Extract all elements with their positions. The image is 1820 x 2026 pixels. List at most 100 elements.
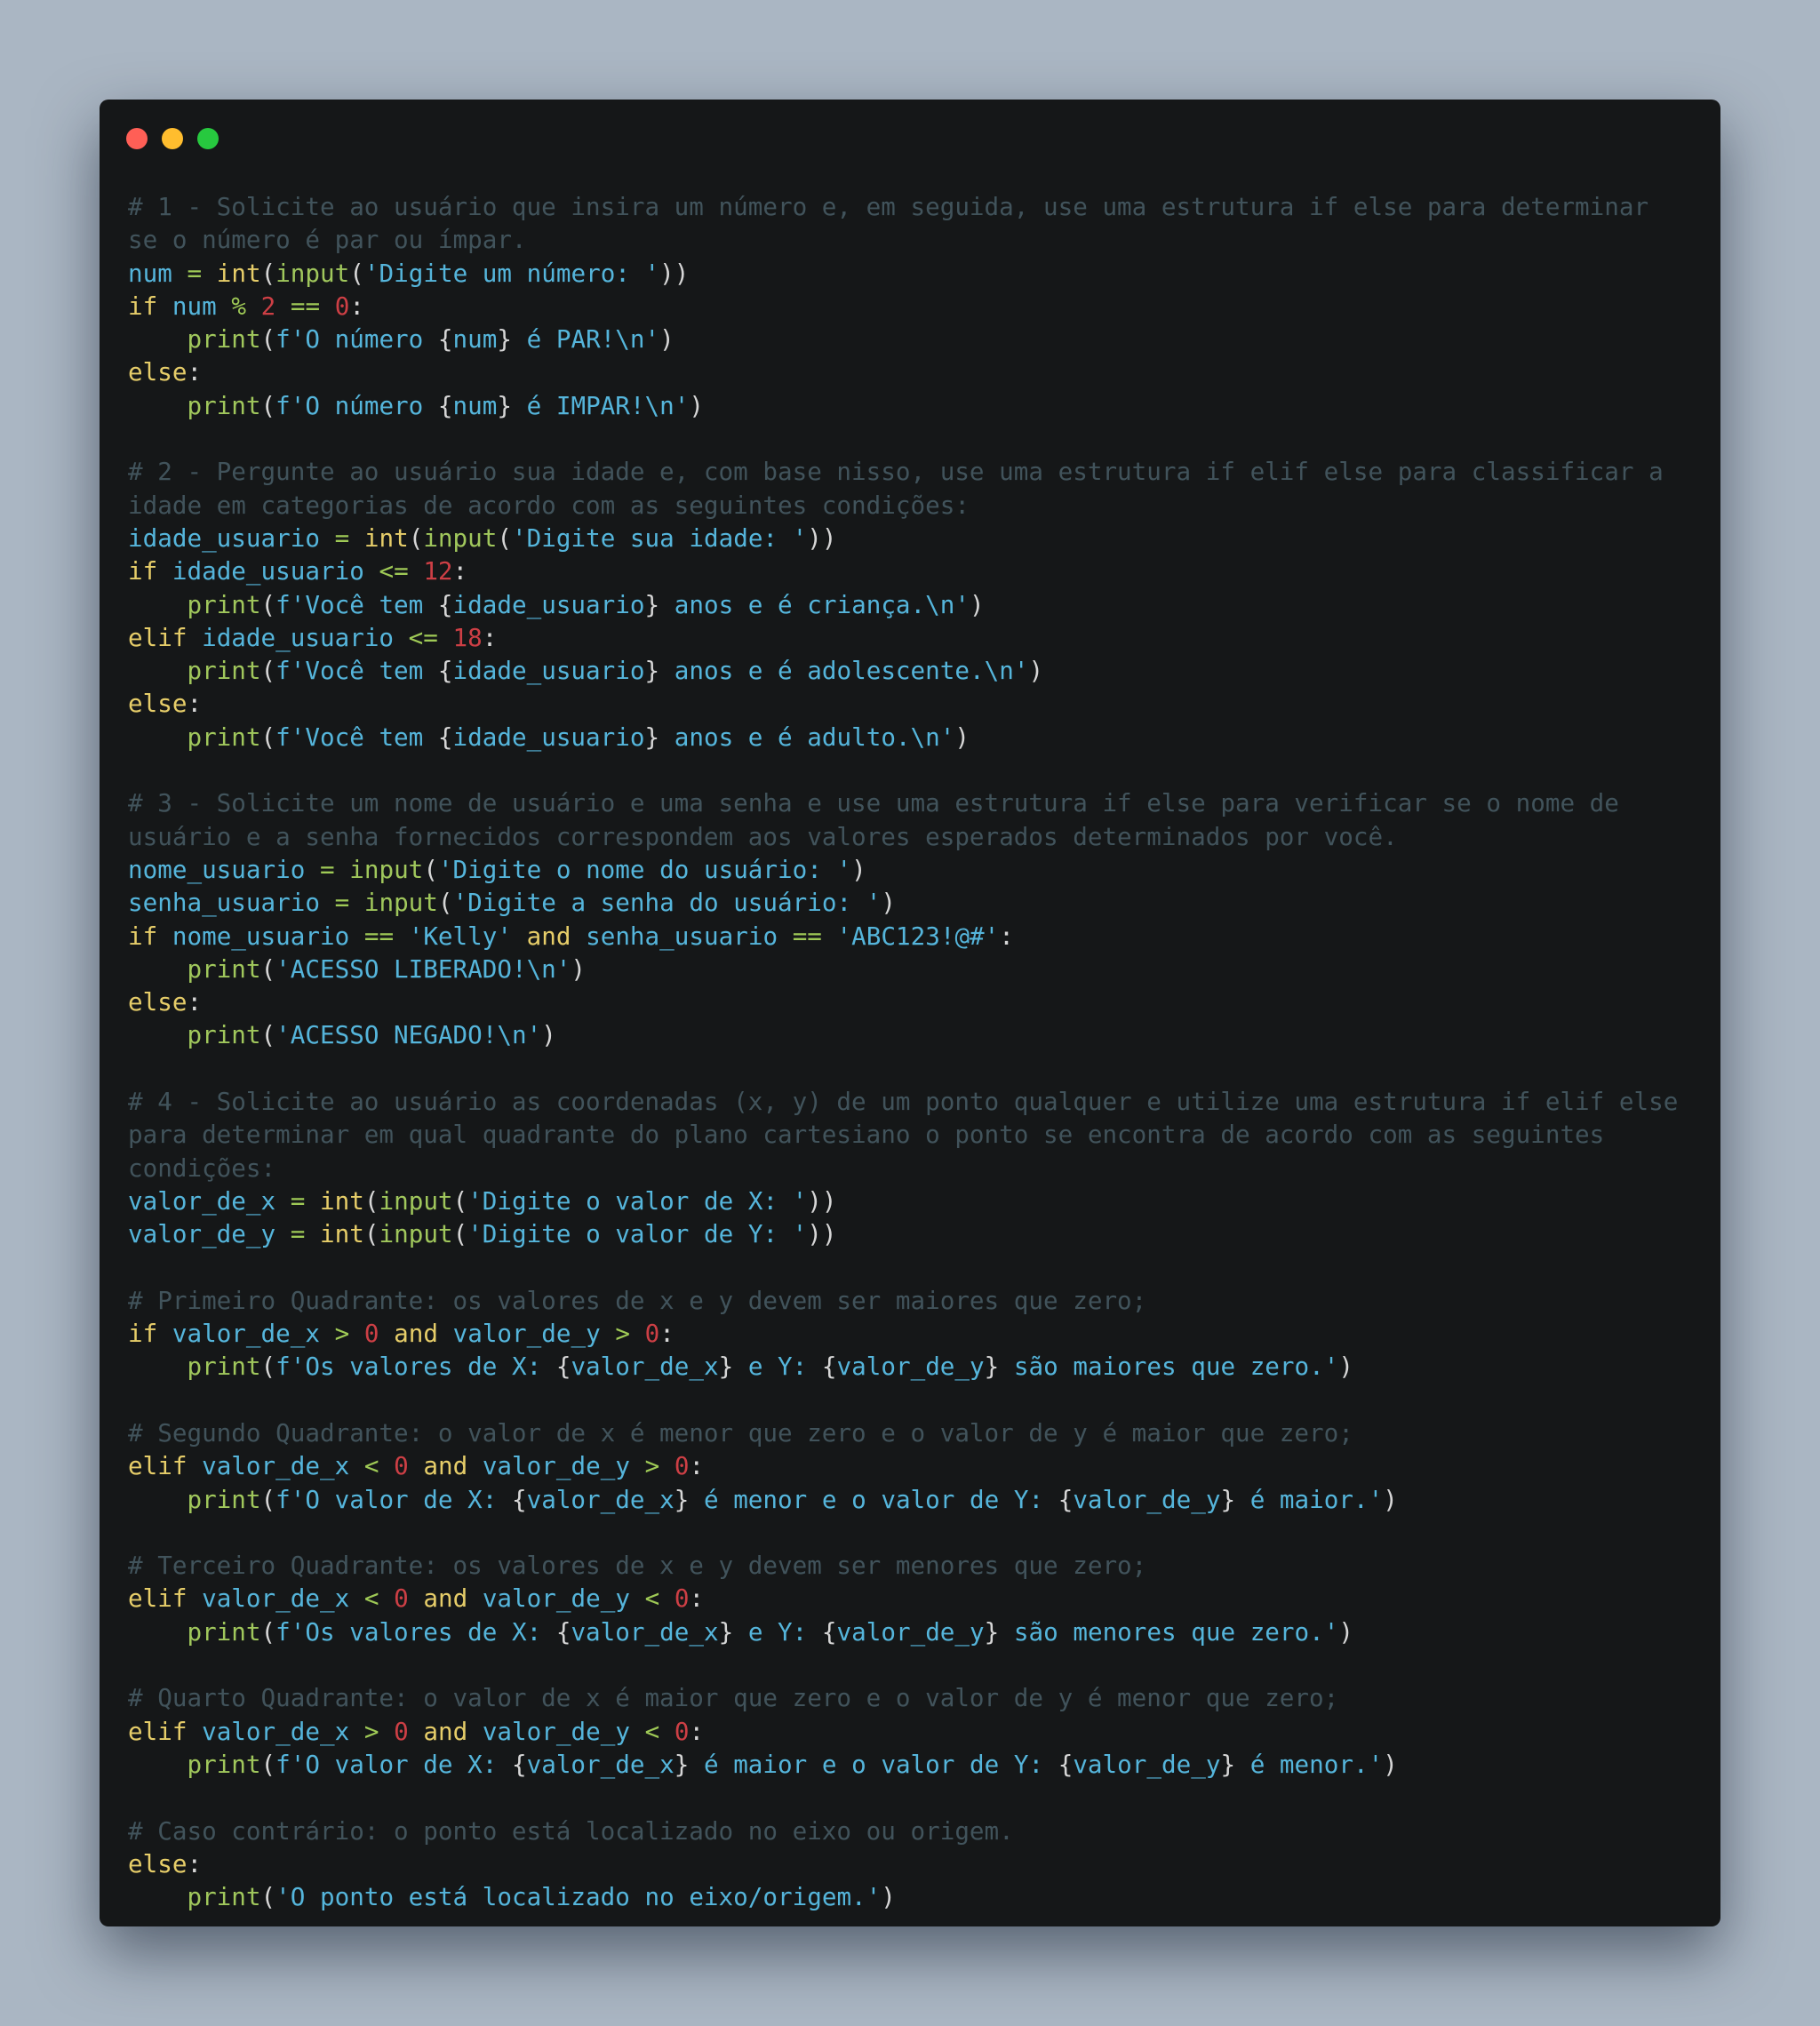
code-line: # Caso contrário: o ponto está localizad… — [128, 1815, 1712, 1847]
maximize-button[interactable] — [197, 128, 219, 149]
code-token: ( — [260, 390, 276, 420]
code-token: é IMPAR!\n' — [512, 390, 690, 420]
code-token: == — [290, 291, 321, 321]
close-button[interactable] — [126, 128, 148, 149]
code-token: anos e é adulto.\n' — [659, 722, 955, 752]
code-token: : — [689, 1583, 705, 1614]
code-line: print(f'O número {num} é PAR!\n') — [128, 323, 1712, 355]
code-token: ( — [437, 888, 453, 918]
code-token: se o número é par ou ímpar. — [128, 225, 527, 255]
code-token: condições: — [128, 1153, 276, 1183]
code-token: # Primeiro Quadrante: os valores de x e … — [128, 1285, 1147, 1315]
code-line: condições: — [128, 1152, 1712, 1184]
code-token: # Quarto Quadrante: o valor de x é maior… — [128, 1683, 1339, 1713]
code-token: { — [1058, 1484, 1074, 1514]
code-token: 18 — [452, 622, 483, 652]
code-token: f'O valor de X: — [275, 1749, 512, 1779]
code-token: ) — [851, 854, 866, 884]
code-token: { — [437, 390, 453, 420]
code-token: = — [334, 888, 350, 918]
code-token: : — [187, 689, 203, 719]
code-token: else — [128, 1848, 188, 1878]
code-block: # 1 - Solicite ao usuário que insira um … — [128, 190, 1712, 1918]
code-token: nome_usuario — [128, 854, 306, 884]
code-token: nome_usuario — [172, 921, 350, 951]
code-line: elif valor_de_x < 0 and valor_de_y > 0: — [128, 1449, 1712, 1482]
code-token: { — [821, 1616, 837, 1647]
code-token: and — [423, 1451, 468, 1481]
code-token: num — [452, 390, 498, 420]
code-token: ) — [970, 589, 985, 619]
code-token: print — [187, 1484, 261, 1514]
code-token: num — [172, 291, 217, 321]
code-token: 'Digite o nome do usuário: ' — [437, 854, 852, 884]
code-token: 0 — [394, 1583, 409, 1614]
code-token: and — [526, 921, 571, 951]
code-token: e Y: — [733, 1616, 822, 1647]
code-token: ( — [260, 656, 276, 686]
code-token: else — [128, 689, 188, 719]
code-token: input — [379, 1185, 453, 1216]
code-token: { — [1058, 1749, 1074, 1779]
code-token: 'Digite sua idade: ' — [512, 522, 808, 553]
code-line: usuário e a senha fornecidos corresponde… — [128, 820, 1712, 853]
code-token: ) — [881, 1882, 896, 1912]
code-token: valor_de_y — [1073, 1749, 1221, 1779]
code-token: ( — [452, 1219, 468, 1249]
code-token: int — [363, 522, 409, 553]
code-line: print(f'Você tem {idade_usuario} anos e … — [128, 654, 1712, 687]
code-token: print — [187, 589, 261, 619]
minimize-button[interactable] — [162, 128, 183, 149]
code-line: valor_de_x = int(input('Digite o valor d… — [128, 1184, 1712, 1217]
code-token: valor_de_y — [482, 1583, 630, 1614]
code-line: # 3 - Solicite um nome de usuário e uma … — [128, 786, 1712, 819]
code-token: 'O ponto está localizado no eixo/origem.… — [275, 1882, 882, 1912]
code-token: idade_usuario — [172, 556, 364, 586]
code-token: valor_de_x — [571, 1352, 719, 1382]
code-line: senha_usuario = input('Digite a senha do… — [128, 886, 1712, 919]
code-token: ( — [260, 722, 276, 752]
code-token: ( — [260, 1484, 276, 1514]
code-token: ) — [954, 722, 970, 752]
code-token: 'Digite um número: ' — [363, 258, 660, 288]
code-line: # Terceiro Quadrante: os valores de x e … — [128, 1549, 1712, 1582]
code-token: ( — [363, 1219, 379, 1249]
code-token: 'Kelly' — [408, 921, 512, 951]
code-token: f'O número — [275, 324, 438, 355]
code-token: : — [349, 291, 364, 321]
code-token: { — [555, 1616, 571, 1647]
code-token: 'Digite o valor de X: ' — [467, 1185, 808, 1216]
code-token: < — [363, 1583, 379, 1614]
code-token: valor_de_y — [452, 1319, 601, 1349]
code-token: ) — [1338, 1616, 1354, 1647]
code-token: valor_de_x — [202, 1451, 350, 1481]
code-token: { — [821, 1352, 837, 1382]
code-line: if nome_usuario == 'Kelly' and senha_usu… — [128, 920, 1712, 953]
code-line: print(f'O valor de X: {valor_de_x} é mai… — [128, 1748, 1712, 1781]
